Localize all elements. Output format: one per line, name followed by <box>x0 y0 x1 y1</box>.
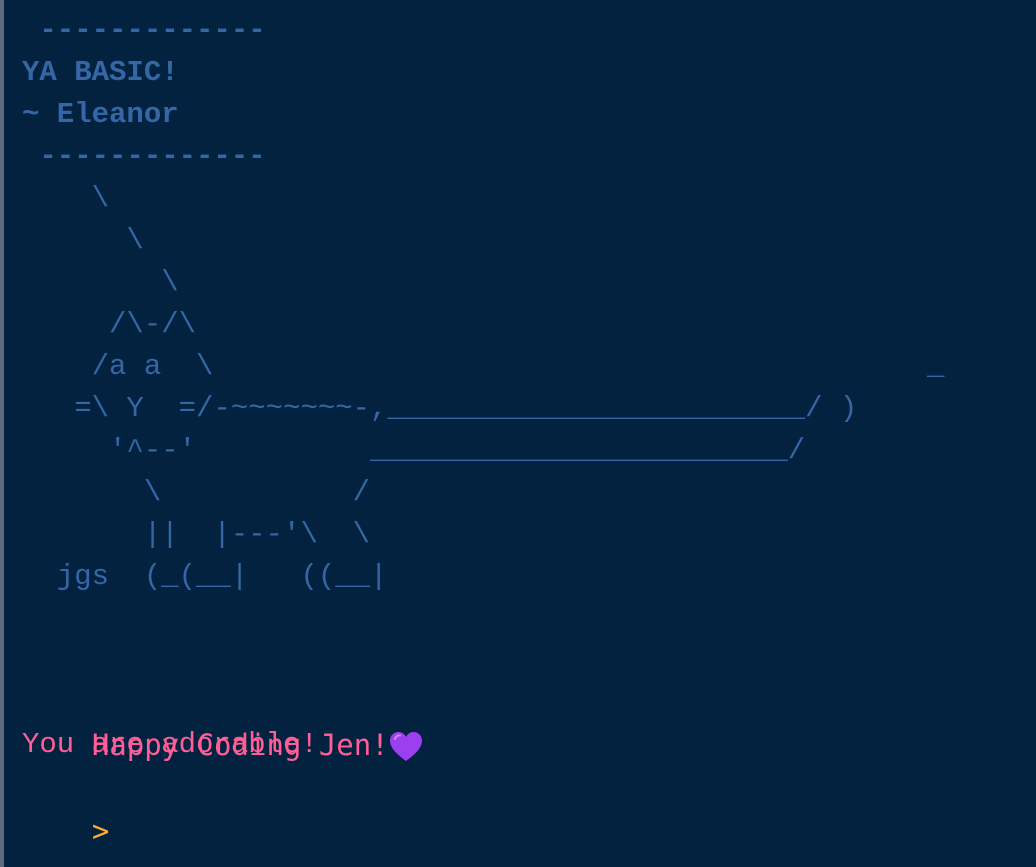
ascii-art-line: /a a \ _ <box>22 350 945 383</box>
ascii-art-line: =\ Y =/-~~~~~~~-,_______________________… <box>22 392 858 425</box>
ascii-art-line: \ <box>22 182 110 215</box>
banner-bottom-rule: ------------- <box>22 140 266 173</box>
greeting-line: Happy Coding Jen! <box>22 682 423 762</box>
ascii-art-line: \ / <box>22 476 371 509</box>
purple-heart-icon <box>389 731 423 763</box>
ascii-art-line: \ <box>22 266 179 299</box>
command-prompt[interactable]: > <box>22 768 109 848</box>
ascii-art-line: jgs (_(__| ((__| <box>22 560 388 593</box>
terminal-window[interactable]: ------------- YA BASIC! ~ Eleanor ------… <box>0 0 1036 867</box>
banner-title: YA BASIC! <box>22 56 179 89</box>
compliment-line: You are adorable! <box>22 728 318 761</box>
banner-top-rule: ------------- <box>22 14 266 47</box>
ascii-art-line: '^--' ________________________/ <box>22 434 806 467</box>
ascii-art-line: || |---'\ \ <box>22 518 371 551</box>
ascii-art-line: /\-/\ <box>22 308 197 341</box>
prompt-symbol: > <box>91 814 110 848</box>
ascii-art-line: \ <box>22 224 144 257</box>
banner-signature: ~ Eleanor <box>22 98 179 131</box>
